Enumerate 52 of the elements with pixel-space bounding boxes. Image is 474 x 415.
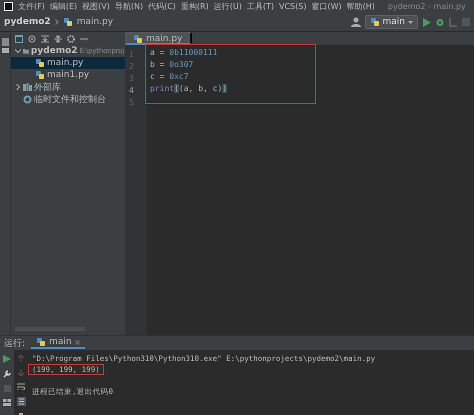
breadcrumb-item[interactable]: pydemo2 [4, 17, 51, 27]
bug-icon[interactable] [435, 17, 445, 27]
app-logo-icon [4, 2, 13, 11]
run-label: 运行: [4, 338, 26, 350]
menu-item[interactable]: 帮助(H) [346, 2, 375, 12]
menu-item[interactable]: 视图(V) [82, 2, 110, 12]
code-line: b = 0o307 [150, 60, 194, 69]
python-file-icon [133, 34, 143, 44]
python-file-icon [36, 337, 46, 347]
line-number: 4 [129, 85, 135, 97]
code-line: c = 0xc7 [150, 72, 189, 81]
menu-item[interactable]: 运行(U) [214, 2, 242, 12]
breadcrumb-item[interactable]: main.py [76, 17, 114, 27]
menu-item[interactable]: 窗口(W) [311, 2, 342, 12]
code-line: a = 0b11000111 [150, 48, 218, 57]
soft-wrap-icon[interactable] [17, 383, 25, 390]
window-icon[interactable] [15, 34, 23, 42]
tree-item[interactable]: 临时文件和控制台 [11, 93, 125, 105]
python-file-icon [370, 17, 380, 27]
project-tool-icon[interactable] [2, 38, 8, 54]
menu-item[interactable]: 文件(F) [18, 2, 45, 12]
scroll-to-end-icon[interactable] [16, 397, 26, 406]
folder-icon [23, 47, 29, 55]
locate-icon[interactable] [28, 34, 36, 42]
wrench-icon[interactable] [3, 370, 11, 378]
chevron-icon [54, 19, 59, 25]
run-icon[interactable] [422, 18, 431, 26]
tree-item[interactable]: main1.py [11, 69, 125, 81]
collapse-all-icon[interactable] [54, 34, 62, 42]
editor-tab[interactable]: main.py [125, 32, 192, 45]
code-line: print((a, b, c)) [150, 84, 228, 93]
library-icon [23, 83, 32, 91]
user-icon[interactable] [350, 17, 360, 27]
menu-item[interactable]: 导航(N) [114, 2, 144, 12]
layout-icon[interactable] [3, 399, 11, 406]
python-file-icon [62, 17, 73, 27]
run-tab[interactable]: main [31, 337, 85, 349]
menu-item[interactable]: 工具(T) [246, 2, 274, 12]
expand-all-icon[interactable] [41, 34, 49, 42]
menu-item[interactable]: VCS(S) [278, 2, 306, 12]
run-icon[interactable] [3, 355, 11, 363]
caret-icon [408, 20, 413, 24]
tree-item[interactable]: 外部库 [11, 81, 125, 93]
window-title: pydemo2 - main.py [388, 2, 466, 12]
run-config-dropdown[interactable]: main [364, 15, 418, 29]
menu-item[interactable]: 编辑(E) [50, 2, 78, 12]
settings-icon[interactable] [67, 34, 75, 42]
menu-item[interactable]: 代码(C) [148, 2, 176, 12]
console-icon [23, 94, 32, 104]
close-icon[interactable] [74, 340, 80, 344]
menu-item[interactable]: 重构(R) [180, 2, 209, 12]
tree-item[interactable]: main.py [11, 57, 125, 69]
